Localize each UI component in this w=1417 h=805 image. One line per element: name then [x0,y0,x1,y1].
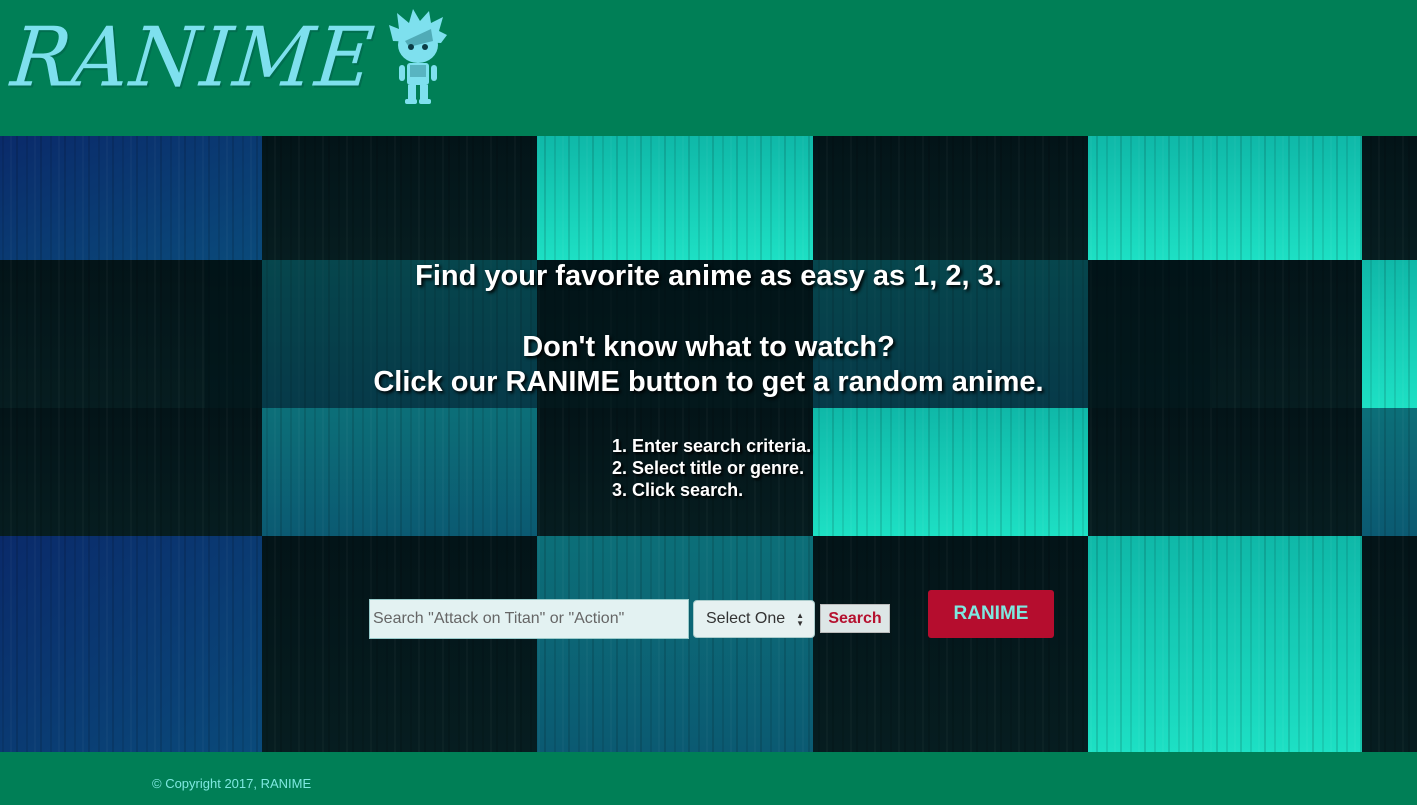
search-type-select[interactable]: Select One ▲ ▼ [693,600,815,638]
random-anime-button[interactable]: RANIME [928,590,1054,638]
select-value: Select One [706,610,786,627]
logo[interactable]: RANIME [7,7,449,110]
site-footer: © Copyright 2017, RANIME [0,752,1417,805]
hero-headline: Find your favorite anime as easy as 1, 2… [415,260,1002,292]
step-item: 1. Enter search criteria. [612,436,812,456]
search-button[interactable]: Search [820,604,890,633]
hero-banner: Find your favorite anime as easy as 1, 2… [0,136,1417,752]
step-item: 3. Click search. [612,480,744,500]
hero-subline-instruction: Click our RANIME button to get a random … [373,366,1044,398]
logo-text: RANIME [7,10,380,106]
site-header: RANIME [0,0,1417,136]
updown-arrows-icon: ▲ ▼ [796,611,804,628]
chibi-boy-icon [387,7,449,110]
hero-subline-question: Don't know what to watch? [522,331,895,363]
step-item: 2. Select title or genre. [612,458,805,478]
search-input[interactable] [369,599,689,639]
steps-list: 1. Enter search criteria. 2. Select titl… [612,435,811,501]
copyright-text: © Copyright 2017, RANIME [152,776,312,791]
